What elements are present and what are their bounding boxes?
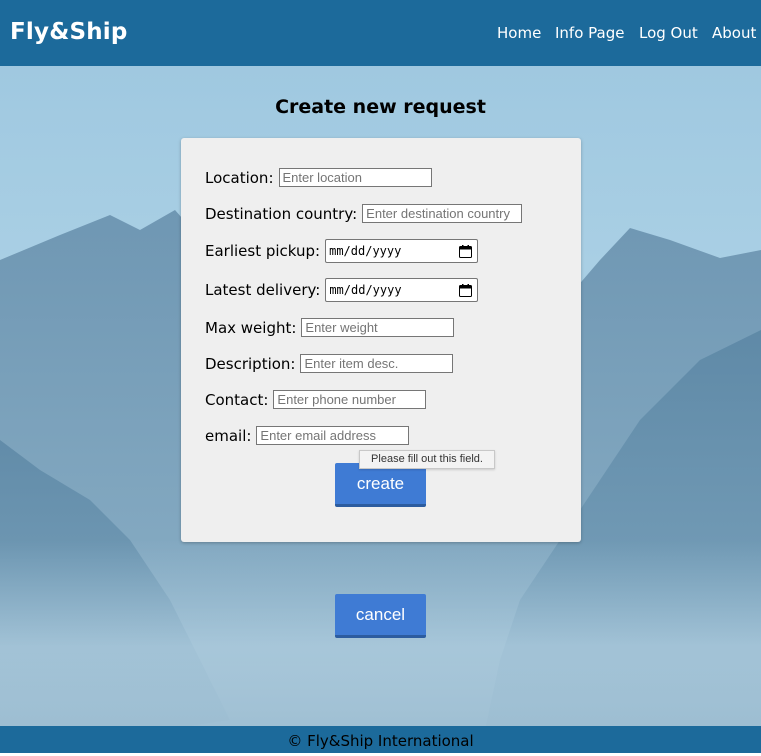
page-title: Create new request [275,96,486,118]
earliest-pickup-date-input[interactable]: mm/dd/yyyy [325,239,479,263]
latest-delivery-date-input[interactable]: mm/dd/yyyy [325,278,479,302]
footer: © Fly&Ship International [0,726,761,753]
destination-row: Destination country: Enter destination c… [205,204,523,223]
email-input[interactable]: Enter email address [256,426,410,445]
request-form-card: Location: Enter location Destination cou… [181,138,581,542]
description-row: Description: Enter item desc. [205,354,454,373]
location-input[interactable]: Enter location [278,168,432,187]
create-button[interactable]: create [335,463,426,507]
location-row: Location: Enter location [205,168,432,187]
location-label: Location: [205,168,274,187]
max-weight-input[interactable]: Enter weight [301,318,455,337]
contact-label: Contact: [205,390,269,409]
max-weight-label: Max weight: [205,318,297,337]
nav-home-link[interactable]: Home [497,24,541,42]
nav-info-page-link[interactable]: Info Page [555,24,624,42]
contact-row: Contact: Enter phone number [205,390,427,409]
description-label: Description: [205,354,296,373]
earliest-pickup-value: mm/dd/yyyy [329,244,402,258]
earliest-pickup-row: Earliest pickup: mm/dd/yyyy [205,239,479,263]
destination-label: Destination country: [205,204,358,223]
calendar-icon[interactable] [459,283,473,297]
email-label: email: [205,426,252,445]
destination-input[interactable]: Enter destination country [362,204,523,223]
latest-delivery-row: Latest delivery: mm/dd/yyyy [205,278,479,302]
brand-logo[interactable]: Fly&Ship [10,19,128,45]
email-row: email: Enter email address [205,426,410,445]
nav-about-link[interactable]: About [712,24,756,42]
contact-input[interactable]: Enter phone number [273,390,427,409]
latest-delivery-value: mm/dd/yyyy [329,283,402,297]
top-navbar: Fly&Ship Home Info Page Log Out About [0,0,761,66]
calendar-icon[interactable] [459,244,473,258]
earliest-pickup-label: Earliest pickup: [205,242,321,260]
max-weight-row: Max weight: Enter weight [205,318,455,337]
nav-log-out-link[interactable]: Log Out [639,24,698,42]
latest-delivery-label: Latest delivery: [205,281,321,299]
description-input[interactable]: Enter item desc. [300,354,454,373]
cancel-button[interactable]: cancel [335,594,426,638]
validation-tooltip: Please fill out this field. [359,450,495,469]
